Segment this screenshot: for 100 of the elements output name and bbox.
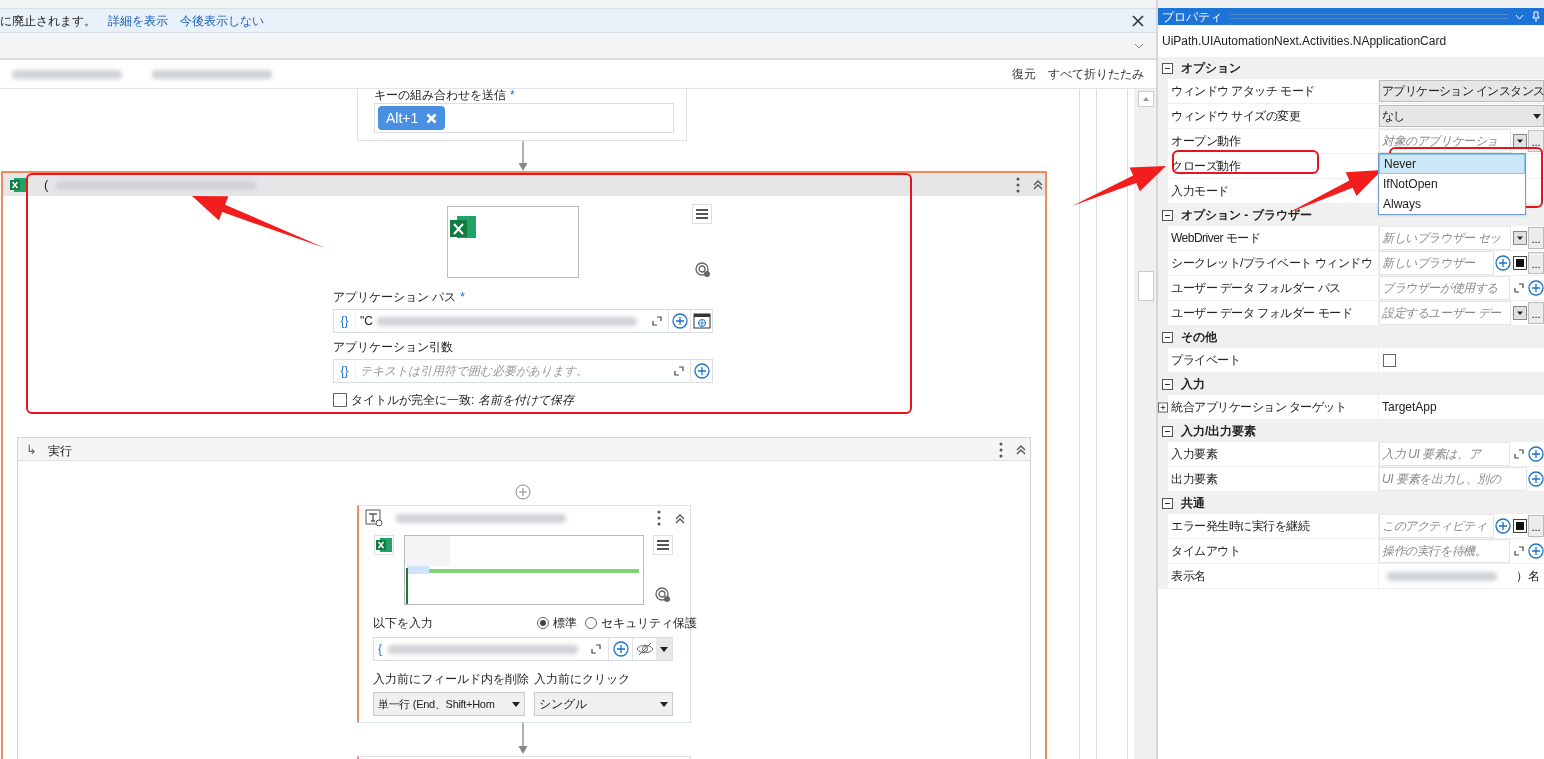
scrollbar[interactable] bbox=[1134, 89, 1156, 759]
checkbox[interactable] bbox=[1383, 353, 1396, 367]
ellipsis-button[interactable]: ... bbox=[1528, 130, 1544, 152]
spreadsheet-icon bbox=[376, 537, 392, 553]
dropdown[interactable]: アプリケーション インスタンス bbox=[1379, 80, 1544, 102]
expand-toggle-icon[interactable] bbox=[1158, 401, 1168, 413]
input-field[interactable]: このアクティビティ bbox=[1379, 514, 1494, 538]
dropdown-button[interactable] bbox=[1512, 134, 1527, 148]
property-label: ウィンドウ サイズの変更 bbox=[1168, 104, 1378, 128]
property-label: タイムアウト bbox=[1168, 539, 1378, 563]
caret-icon bbox=[660, 646, 668, 652]
collapse-toggle-icon[interactable] bbox=[1162, 425, 1173, 437]
target-icon[interactable] bbox=[695, 262, 711, 278]
add-icon[interactable] bbox=[693, 363, 710, 379]
expand-icon[interactable] bbox=[591, 644, 601, 654]
ellipsis-button[interactable]: ... bbox=[1528, 302, 1544, 324]
expand-icon[interactable] bbox=[652, 316, 662, 326]
collapse-toggle-icon[interactable] bbox=[1162, 62, 1173, 74]
input-field[interactable]: 新しいブラウザー bbox=[1379, 251, 1494, 275]
dropdown-option[interactable]: Always bbox=[1379, 194, 1525, 214]
dropdown[interactable]: シングル bbox=[534, 692, 673, 716]
text-input-field[interactable]: { bbox=[373, 637, 673, 661]
expression-field[interactable]: {} テキストは引用符で囲む必要があります。 bbox=[333, 359, 713, 383]
property-label: エラー発生時に実行を継続 bbox=[1168, 514, 1378, 538]
add-icon[interactable] bbox=[612, 641, 629, 657]
menu-icon[interactable] bbox=[692, 204, 712, 224]
more-icon[interactable] bbox=[999, 442, 1003, 458]
collapse-toggle-icon[interactable] bbox=[1162, 378, 1173, 390]
add-icon[interactable] bbox=[1527, 446, 1544, 462]
scroll-thumb[interactable] bbox=[1138, 271, 1154, 301]
expand-icon[interactable] bbox=[1513, 283, 1524, 293]
eye-off-icon[interactable] bbox=[635, 642, 654, 656]
browser-window-icon[interactable] bbox=[692, 313, 711, 329]
remove-icon[interactable] bbox=[426, 112, 438, 124]
collapse-icon[interactable] bbox=[1016, 445, 1026, 455]
target-icon[interactable] bbox=[655, 587, 671, 603]
add-icon[interactable] bbox=[1494, 255, 1511, 271]
toggle-button[interactable] bbox=[1512, 256, 1527, 270]
field-label: アプリケーション パス bbox=[333, 289, 457, 306]
collapse-toggle-icon[interactable] bbox=[1162, 209, 1173, 221]
menu-icon[interactable] bbox=[653, 535, 673, 555]
dropdown-button[interactable] bbox=[1512, 306, 1527, 320]
add-icon[interactable] bbox=[1527, 280, 1544, 296]
placeholder-text: テキストは引用符で囲む必要があります。 bbox=[360, 363, 588, 380]
add-icon[interactable] bbox=[1494, 518, 1511, 534]
property-label: ウィンドウ アタッチ モード bbox=[1168, 79, 1378, 103]
collapse-toggle-icon[interactable] bbox=[1162, 331, 1173, 343]
expand-icon[interactable] bbox=[1513, 449, 1524, 459]
property-label: WebDriver モード bbox=[1168, 226, 1378, 250]
expression-field[interactable]: {} "C bbox=[333, 309, 713, 333]
dropdown[interactable]: なし bbox=[1379, 105, 1544, 127]
category-label: 入力 bbox=[1181, 376, 1205, 393]
expand-icon[interactable] bbox=[1513, 546, 1524, 556]
chevron-down-icon[interactable] bbox=[1134, 42, 1144, 49]
caret-icon bbox=[512, 701, 520, 707]
ellipsis-button[interactable]: ... bbox=[1528, 227, 1544, 249]
ellipsis-button[interactable]: ... bbox=[1528, 515, 1544, 537]
checkbox-label: タイトルが完全に一致: 名前を付けて保存 bbox=[351, 392, 574, 409]
dropdown-option[interactable]: Never bbox=[1379, 154, 1525, 174]
input-field[interactable]: UI 要素を出力し、別の bbox=[1379, 467, 1527, 491]
input-field[interactable]: ブラウザーが使用する bbox=[1379, 276, 1510, 300]
radio-label: 標準 bbox=[553, 615, 577, 632]
input-field[interactable]: 操作の実行を待機。 bbox=[1379, 539, 1510, 563]
collapse-toggle-icon[interactable] bbox=[1162, 497, 1173, 509]
checkbox[interactable] bbox=[333, 393, 347, 407]
add-icon[interactable] bbox=[515, 484, 531, 500]
dropdown-button[interactable] bbox=[1512, 231, 1527, 245]
expand-icon[interactable] bbox=[674, 366, 684, 376]
property-label: プライベート bbox=[1168, 348, 1378, 372]
property-label: ユーザー データ フォルダー パス bbox=[1168, 276, 1378, 300]
more-icon[interactable] bbox=[1016, 177, 1020, 193]
input-field[interactable]: 設定するユーザー デー bbox=[1379, 301, 1511, 325]
dropdown-option[interactable]: IfNotOpen bbox=[1379, 174, 1525, 194]
notification-link[interactable]: 今後表示しない bbox=[180, 11, 264, 30]
toggle-button[interactable] bbox=[1512, 519, 1527, 533]
field-label: 入力前にクリック bbox=[534, 672, 630, 686]
field-value: "C bbox=[360, 313, 373, 330]
notification-link[interactable]: 詳細を表示 bbox=[108, 11, 168, 30]
input-field[interactable]: 対象のアプリケーショ bbox=[1379, 129, 1511, 153]
add-icon[interactable] bbox=[1527, 471, 1544, 487]
add-icon[interactable] bbox=[671, 313, 688, 329]
pin-icon[interactable] bbox=[1532, 11, 1540, 22]
collapse-icon[interactable] bbox=[675, 514, 685, 524]
input-field[interactable]: 新しいブラウザー セッ bbox=[1379, 226, 1511, 250]
spreadsheet-icon bbox=[10, 177, 26, 193]
collapse-icon[interactable] bbox=[1033, 180, 1043, 190]
property-label: オープン動作 bbox=[1168, 129, 1378, 153]
toolbar-link[interactable]: 復元 bbox=[1012, 65, 1036, 83]
dropdown[interactable]: 単一行 (End、Shift+Hom bbox=[373, 692, 525, 716]
ellipsis-button[interactable]: ... bbox=[1528, 252, 1544, 274]
scroll-up-icon[interactable] bbox=[1138, 91, 1154, 107]
property-label: 入力モード bbox=[1168, 179, 1378, 203]
input-field[interactable]: 入力 UI 要素は、ア bbox=[1379, 442, 1510, 466]
toolbar-link[interactable]: すべて折りたたみ bbox=[1048, 65, 1144, 83]
property-value: TargetApp bbox=[1381, 399, 1437, 416]
close-icon[interactable] bbox=[1132, 14, 1144, 27]
notification-text: に廃止されます。 bbox=[0, 12, 96, 30]
add-icon[interactable] bbox=[1527, 543, 1544, 559]
required-marker: * bbox=[510, 89, 515, 104]
more-icon[interactable] bbox=[657, 510, 661, 526]
